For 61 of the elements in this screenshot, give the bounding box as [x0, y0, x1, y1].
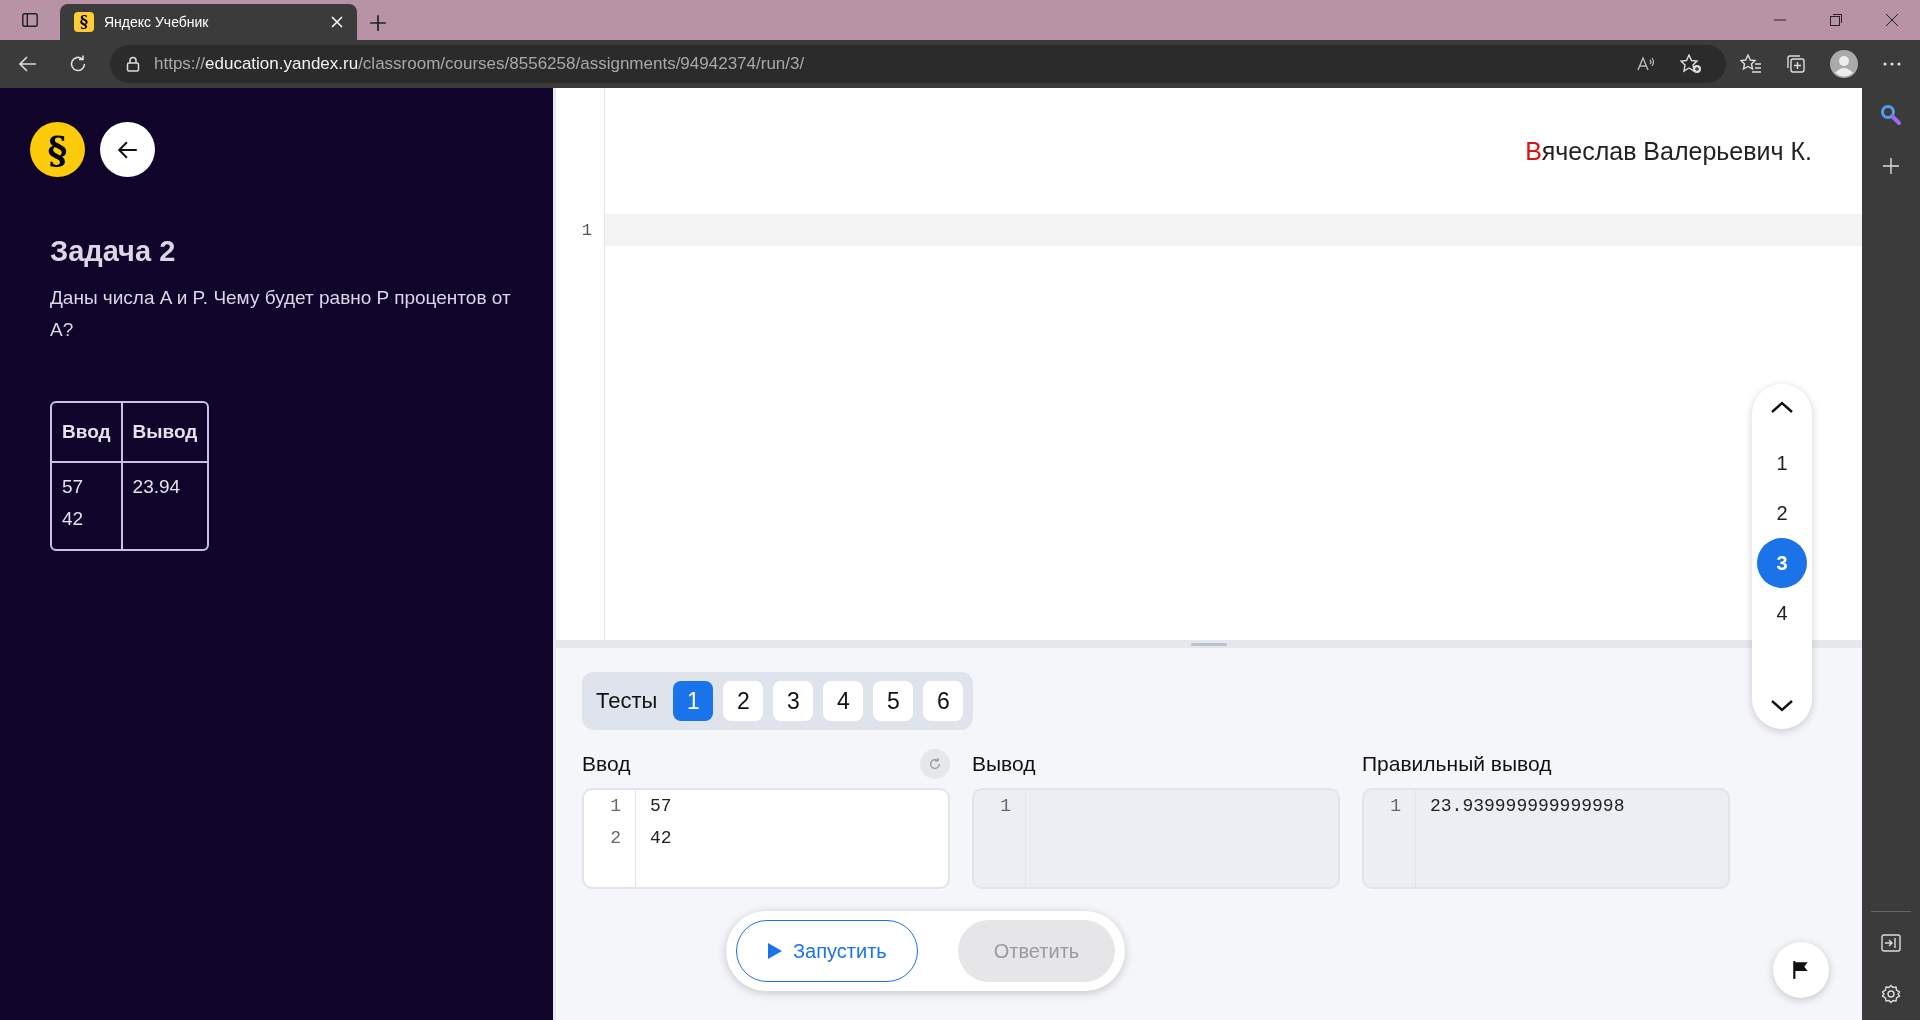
code-text: 57	[650, 796, 672, 818]
tab-title: Яндекс Учебник	[104, 14, 210, 30]
code-text: 23.939999999999998	[1430, 796, 1625, 818]
table-cell: 57 42	[52, 463, 123, 549]
sidebar-toggle-icon[interactable]	[21, 11, 39, 29]
flag-icon	[1792, 960, 1810, 980]
line-number: 1	[1389, 796, 1402, 818]
refresh-icon	[928, 757, 942, 771]
test-button[interactable]: 5	[873, 681, 914, 721]
author-name: Вячеслав Валерьевич К.	[1525, 136, 1812, 166]
settings-icon[interactable]	[1881, 984, 1901, 1004]
collections-icon[interactable]	[1786, 54, 1806, 74]
field-label: Ввод	[582, 752, 631, 776]
more-icon[interactable]	[1882, 61, 1902, 67]
test-button[interactable]: 2	[723, 681, 764, 721]
star-add-icon[interactable]	[1680, 54, 1702, 74]
back-button[interactable]	[100, 122, 155, 177]
restore-icon[interactable]	[1830, 14, 1842, 26]
test-button[interactable]: 4	[823, 681, 864, 721]
logo[interactable]: §	[30, 122, 85, 177]
task-description: Даны числа A и P. Чему будет равно P процентов от A?	[50, 286, 512, 342]
input-field[interactable]: 1 2 57 42	[582, 788, 950, 889]
test-button[interactable]: 1	[673, 681, 714, 721]
test-button[interactable]: 3	[773, 681, 814, 721]
chevron-down-icon[interactable]	[1770, 699, 1794, 713]
new-tab-icon[interactable]	[369, 14, 387, 32]
back-arrow-icon[interactable]	[18, 54, 38, 74]
report-button[interactable]	[1773, 942, 1829, 998]
page-button[interactable]: 2	[1757, 488, 1807, 538]
code-text: 42	[650, 828, 672, 850]
search-icon[interactable]	[1880, 104, 1902, 126]
lock-icon	[126, 56, 140, 72]
column-header: Ввод	[52, 403, 123, 463]
play-icon	[767, 942, 783, 960]
browser-tab[interactable]: § Яндекс Учебник	[60, 4, 357, 40]
task-title: Задача 2	[50, 235, 177, 268]
favicon: §	[74, 12, 94, 32]
field-label: Правильный вывод	[1362, 752, 1552, 776]
page-button[interactable]: 3	[1757, 538, 1807, 588]
avatar-icon[interactable]	[1830, 50, 1858, 78]
add-icon[interactable]	[1883, 158, 1899, 174]
favorites-icon[interactable]	[1740, 54, 1762, 74]
page-button[interactable]: 1	[1757, 438, 1807, 488]
tests-label: Тесты	[596, 688, 658, 714]
column-header: Вывод	[122, 403, 208, 463]
line-number: 2	[609, 828, 622, 850]
page-button[interactable]: 4	[1757, 588, 1807, 638]
field-label: Вывод	[972, 752, 1036, 776]
panel-exit-icon[interactable]	[1881, 934, 1901, 952]
reload-icon[interactable]	[68, 54, 88, 74]
line-number: 1	[609, 796, 622, 818]
url-text: https://education.yandex.ru/classroom/courses/8556258/assignments/94942374/run/3/	[154, 54, 806, 74]
line-number: 1	[580, 219, 593, 242]
close-icon[interactable]	[1886, 14, 1898, 26]
table-cell-text: 23.94	[131, 475, 182, 499]
line-number: 1	[999, 796, 1012, 818]
chevron-up-icon[interactable]	[1770, 400, 1794, 414]
run-button[interactable]: Запустить	[736, 920, 918, 982]
resize-handle[interactable]	[1191, 643, 1227, 646]
test-button[interactable]: 6	[923, 681, 964, 721]
address-bar[interactable]: https://education.yandex.ru/classroom/courses/8556258/assignments/94942374/run/3/	[110, 45, 1726, 83]
